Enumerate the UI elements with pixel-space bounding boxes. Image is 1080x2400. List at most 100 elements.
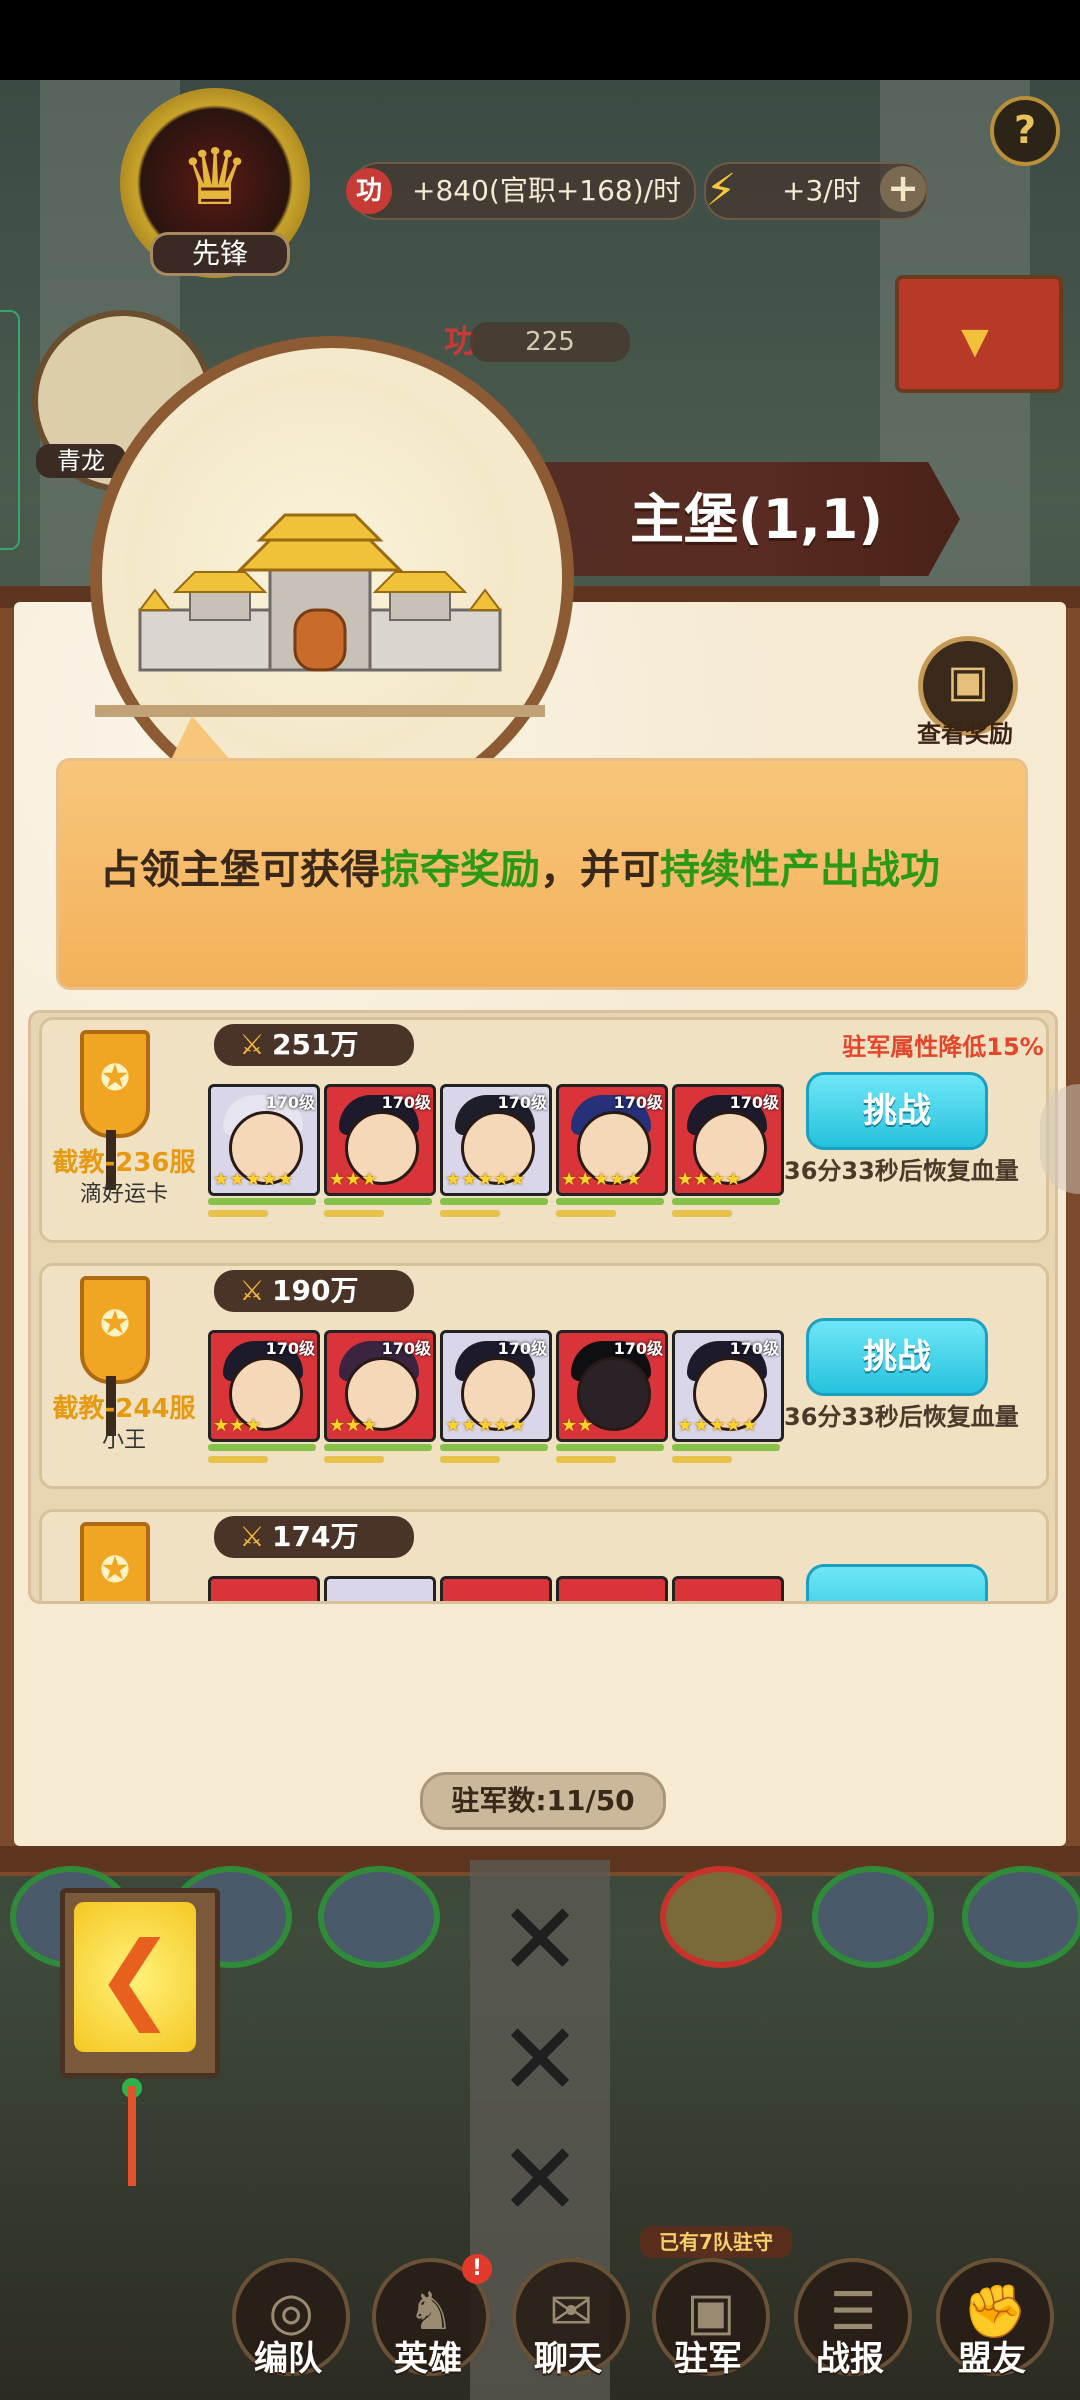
hero-card[interactable]: 170级 ★★★ [208,1330,320,1442]
help-button[interactable]: ? [990,96,1060,166]
nav-label: 编队 [254,2339,322,2379]
power-value: 174万 [272,1520,359,1553]
hero-card[interactable]: 170级 ★★★★ [672,1084,784,1196]
power-badge: ⚔ 251万 [214,1024,414,1066]
server-name: 截教-244服 [52,1394,196,1424]
garrison-count: 驻军数:11/50 [420,1772,666,1830]
lightning-icon: ⚡ [705,165,737,216]
hero-stars: ★★★★★ [445,1415,526,1436]
hero-card[interactable]: 170级 ★★ [556,1330,668,1442]
hero-level: 170级 [729,1093,779,1112]
player-name: 小王 [101,1428,146,1453]
hero-energy-bar [672,1456,732,1463]
back-arrow-icon[interactable]: ❮ [74,1902,196,2052]
hero-level: 170级 [497,1093,547,1112]
hero-level: 170级 [265,1093,315,1112]
garrison-row: ✪ 截教-244服 小王 ⚔ 190万 170级 ★★★ 170级 ★★★ 170级 ★… [39,1263,1049,1489]
rank-label: 先锋 [150,232,290,276]
energy-income: +3/时 [782,174,861,207]
info-text-part1: 占领主堡可获得 [100,847,380,893]
resource-pill: 功 +840(官职+168)/时 [346,162,696,220]
castle-base-line [95,705,545,717]
side-edge-handle[interactable] [0,310,20,550]
hero-hp-bar [208,1444,316,1451]
hero-hp-bar [556,1444,664,1451]
view-reward-label[interactable]: 查看奖励 [900,716,1030,752]
status-bar [0,0,1080,80]
challenge-button[interactable]: 挑战 [806,1072,988,1150]
garrison-list[interactable]: ✪ 截教-236服 滴好运卡 ⚔ 251万 170级 ★★★★★ 170级 ★★★ 1… [28,1010,1058,1604]
hero-card[interactable]: 170级 ★★★★★ [208,1084,320,1196]
hero-card[interactable]: 170级 ★★★★★ [556,1084,668,1196]
hero-energy-bar [556,1456,616,1463]
challenge-button[interactable] [806,1564,988,1601]
hero-level: 170级 [381,1093,431,1112]
crossed-swords-icon: ⚔ [239,1274,265,1307]
info-text-part2: ，并可 [540,847,660,893]
hp-restore-timer: 36分33秒后恢复血量 [784,1157,1019,1185]
hero-stars: ★★★ [213,1415,262,1436]
hero-hp-bar [440,1198,548,1205]
hero-stars: ★★★ [329,1169,378,1190]
garrison-row: ✪ 截教-236服 滴好运卡 ⚔ 251万 170级 ★★★★★ 170级 ★★★ 1… [39,1017,1049,1243]
hero-energy-bar [324,1210,384,1217]
hero-energy-bar [440,1210,500,1217]
barricade-icon: ✕ [498,2001,582,2118]
hero-level: 170级 [613,1339,663,1358]
hero-level: 170级 [613,1093,663,1112]
hero-card[interactable] [556,1576,668,1601]
map-merit-count: 225 [470,322,630,362]
power-badge: ⚔ 190万 [214,1270,414,1312]
challenge-button[interactable]: 挑战 [806,1318,988,1396]
chevron-down-icon: ▼ [961,321,989,362]
nav-label: 盟友 [958,2339,1026,2379]
hero-hp-bar [324,1198,432,1205]
hero-energy-bar [208,1456,268,1463]
neighbor-castle-label: 青龙 [36,444,126,478]
team-flag-icon: ✪ [80,1522,150,1601]
hero-card[interactable] [440,1576,552,1601]
hero-card[interactable]: 170级 ★★★★★ [672,1330,784,1442]
map-slot[interactable] [660,1866,782,1968]
hero-card[interactable]: 170级 ★★★★★ [440,1330,552,1442]
hero-card[interactable]: 170级 ★★★★★ [440,1084,552,1196]
hero-energy-bar [208,1210,268,1217]
hero-stars: ★★★★★ [677,1415,758,1436]
hero-hp-bar [672,1198,780,1205]
hero-card[interactable] [324,1576,436,1601]
castle-icon [138,513,502,672]
power-value: 251万 [272,1028,359,1061]
hero-stars: ★★★★★ [561,1169,642,1190]
info-highlight-merit: 持续性产出战功 [660,847,940,893]
hero-energy-bar [324,1456,384,1463]
hero-stars: ★★★ [329,1415,378,1436]
map-slot[interactable] [812,1866,934,1968]
hero-stars: ★★★★ [677,1169,742,1190]
crossed-swords-icon: ⚔ [239,1520,265,1553]
hero-hp-bar [440,1444,548,1451]
info-bubble-tail [170,716,232,762]
add-energy-button[interactable]: + [880,166,926,212]
hero-level: 170级 [497,1339,547,1358]
hp-restore-timer: 36分33秒后恢复血量 [784,1403,1019,1431]
hero-level: 170级 [265,1339,315,1358]
hero-card[interactable]: 170级 ★★★ [324,1084,436,1196]
nav-label: 战报 [816,2339,884,2379]
attribute-reduction: 驻军属性降低15% [842,1033,1044,1061]
hero-energy-bar [556,1210,616,1217]
team-flag-icon: ✪ [80,1276,150,1384]
hero-card[interactable] [208,1576,320,1601]
map-slot[interactable] [318,1866,440,1968]
garrison-hint: 已有7队驻守 [640,2226,792,2258]
hero-hp-bar [324,1444,432,1451]
garrison-row: ✪ ⚔ 174万 [39,1509,1049,1601]
hero-hp-bar [208,1198,316,1205]
hero-stars: ★★ [561,1415,594,1436]
hero-card[interactable] [672,1576,784,1601]
map-slot[interactable] [962,1866,1080,1968]
hero-energy-bar [672,1210,732,1217]
hero-card[interactable]: 170级 ★★★ [324,1330,436,1442]
player-name: 滴好运卡 [79,1182,168,1207]
barricade-icon: ✕ [498,1881,582,1998]
notification-badge: ! [462,2254,492,2284]
